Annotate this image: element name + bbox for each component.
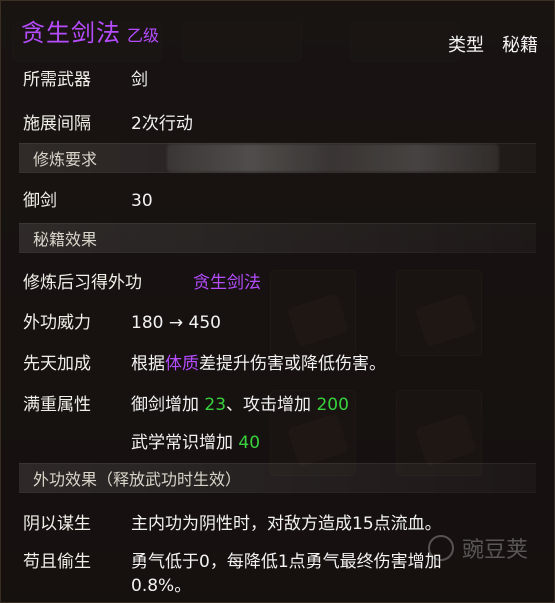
item-type: 类型 秘籍 — [448, 31, 538, 57]
row-max-attributes: 满重属性 御剑增加 23、攻击增加 200 — [23, 393, 536, 417]
type-label: 类型 — [448, 35, 484, 56]
item-tooltip: 贪生剑法 乙级 类型 秘籍 所需武器 剑 施展间隔 2次行动 修炼要求 御剑 3… — [0, 0, 555, 603]
row-cast-interval: 施展间隔 2次行动 — [23, 112, 536, 136]
value-max-attributes-line1: 御剑增加 23、攻击增加 200 — [131, 393, 349, 417]
value-skill-power: 180 → 450 — [131, 313, 221, 333]
row-max-attributes-line2: 武学常识增加 40 — [23, 431, 536, 455]
max-line2-prefix: 武学常识增加 — [131, 433, 239, 453]
row-innate-bonus: 先天加成 根据体质差提升伤害或降低伤害。 — [23, 352, 536, 376]
label-cast-interval: 施展间隔 — [23, 114, 91, 134]
row-skill-power: 外功威力 180 → 450 — [23, 311, 536, 335]
label-skill-power: 外功威力 — [23, 313, 91, 333]
max-line1-val2: 200 — [316, 395, 349, 415]
label-max-attributes: 满重属性 — [23, 395, 91, 415]
item-title: 贪生剑法 — [21, 19, 121, 47]
value-max-attributes-line2: 武学常识增加 40 — [131, 431, 260, 455]
section-secret-effects: 秘籍效果 — [19, 223, 536, 253]
row-sword-requirement: 御剑 30 — [23, 189, 536, 213]
value-sword: 30 — [131, 191, 153, 211]
label-sword: 御剑 — [23, 191, 57, 211]
max-line1-mid: 、攻击增加 — [226, 395, 317, 415]
max-line1-val1: 23 — [204, 395, 227, 415]
label-learned-skill: 修炼后习得外功 — [23, 273, 142, 293]
value-cast-interval: 2次行动 — [131, 114, 193, 134]
label-gou: 苟且偷生 — [23, 552, 91, 572]
row-required-weapon: 所需武器 剑 — [23, 68, 536, 92]
value-yin: 主内功为阴性时，对敌方造成15点流血。 — [131, 514, 442, 534]
max-line2-val: 40 — [238, 433, 261, 453]
innate-highlight: 体质 — [165, 354, 199, 374]
row-learned-skill: 修炼后习得外功 贪生剑法 — [23, 271, 536, 295]
label-required-weapon: 所需武器 — [23, 70, 91, 90]
section-skill-effects: 外功效果（释放武功时生效） — [19, 463, 536, 493]
circle-logo-icon — [427, 535, 454, 561]
type-value: 秘籍 — [502, 35, 538, 56]
label-innate-bonus: 先天加成 — [23, 354, 91, 374]
value-innate-bonus: 根据体质差提升伤害或降低伤害。 — [131, 352, 386, 376]
value-learned-skill: 贪生剑法 — [193, 273, 261, 293]
value-gou-line2: 0.8%。 — [131, 576, 192, 596]
innate-suffix: 差提升伤害或降低伤害。 — [199, 354, 386, 374]
section-title: 秘籍效果 — [33, 230, 98, 249]
item-grade: 乙级 — [127, 26, 160, 45]
watermark-text: 豌豆荚 — [461, 538, 528, 563]
redacted-area — [167, 144, 499, 172]
value-gou: 勇气低于0，每降低1点勇气最终伤害增加 0.8%。 — [131, 550, 442, 598]
innate-prefix: 根据 — [131, 354, 165, 374]
value-required-weapon: 剑 — [131, 70, 148, 90]
title-wrap: 贪生剑法 乙级 — [21, 13, 159, 48]
value-gou-line1: 勇气低于0，每降低1点勇气最终伤害增加 — [131, 552, 442, 572]
tooltip-header: 贪生剑法 乙级 类型 秘籍 — [1, 1, 555, 67]
watermark: 豌豆荚 — [427, 532, 528, 564]
max-line1-prefix: 御剑增加 — [131, 395, 205, 415]
section-title: 外功效果（释放武功时生效） — [33, 470, 242, 489]
label-yin: 阴以谋生 — [23, 514, 91, 534]
section-title: 修炼要求 — [33, 150, 98, 169]
